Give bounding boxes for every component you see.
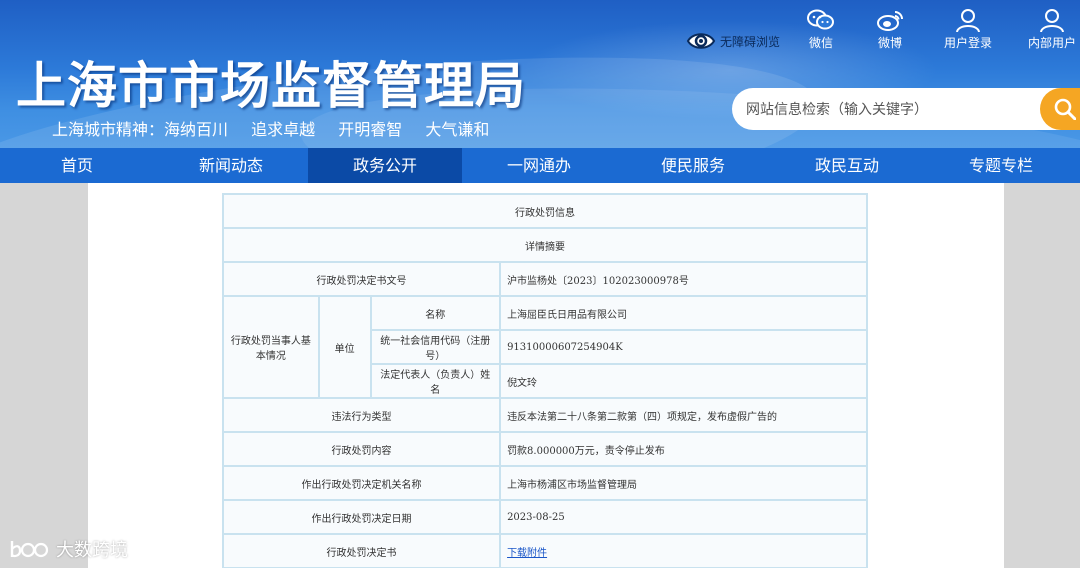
nav-item-home[interactable]: 首页 xyxy=(0,148,154,183)
search-button[interactable] xyxy=(1040,88,1080,130)
main-nav: 首页 新闻动态 政务公开 一网通办 便民服务 政民互动 专题专栏 xyxy=(0,148,1080,183)
internal-user-label: 内部用户 xyxy=(1027,36,1076,50)
search-input[interactable]: 网站信息检索（输入关键字） xyxy=(732,88,1080,130)
table-subtitle: 详情摘要 xyxy=(222,227,868,263)
eye-icon xyxy=(686,28,716,54)
table-row: 详情摘要 xyxy=(222,227,868,263)
site-header: 上海市市场监督管理局 上海城市精神：海纳百川 追求卓越 开明睿智 大气谦和 无障… xyxy=(0,0,1080,148)
table-row: 行政处罚决定书 下载附件 xyxy=(221,533,868,568)
violation-type-value: 违反本法第二十八条第二款第（四）项规定，发布虚假广告的 xyxy=(499,397,868,433)
authority-value: 上海市杨浦区市场监督管理局 xyxy=(499,465,868,501)
slogan-part: 开明睿智 xyxy=(338,120,403,139)
slogan-part: 追求卓越 xyxy=(251,120,316,139)
weibo-label: 微博 xyxy=(877,36,902,50)
user-login-button[interactable]: 用户登录 xyxy=(938,8,998,52)
credit-code-value: 91310000607254904K xyxy=(499,329,868,365)
penalty-value: 罚款8.000000万元，责令停止发布 xyxy=(499,431,868,467)
accessibility-link[interactable]: 无障碍浏览 xyxy=(686,28,780,54)
table-row: 行政处罚决定书文号 沪市监杨处〔2023〕102023000978号 xyxy=(221,261,868,297)
party-label: 行政处罚当事人基本情况 xyxy=(222,295,320,399)
table-row: 违法行为类型 违反本法第二十八条第二款第（四）项规定，发布虚假广告的 xyxy=(221,397,868,433)
site-title[interactable]: 上海市市场监督管理局 xyxy=(16,46,526,118)
table-title: 行政处罚信息 xyxy=(222,193,868,229)
decision-document-cell: 下载附件 xyxy=(499,533,868,568)
wechat-icon xyxy=(807,9,834,30)
internal-user-button[interactable]: 内部用户 xyxy=(1022,8,1080,52)
content-panel: 行政处罚信息 详情摘要 行政处罚决定书文号 沪市监杨处〔2023〕1020230… xyxy=(88,183,1004,568)
unit-label: 单位 xyxy=(317,295,372,399)
penalty-label: 行政处罚内容 xyxy=(221,431,502,467)
user-login-label: 用户登录 xyxy=(943,36,992,50)
search-placeholder: 网站信息检索（输入关键字） xyxy=(746,102,928,118)
nav-item-public-services[interactable]: 便民服务 xyxy=(616,148,770,183)
table-row: 行政处罚当事人基本情况 单位 名称 上海屈臣氏日用品有限公司 xyxy=(222,295,868,399)
watermark: 大数跨境 xyxy=(8,536,128,562)
wechat-button[interactable]: 微信 xyxy=(791,8,851,52)
name-label: 名称 xyxy=(369,295,502,331)
weibo-icon xyxy=(877,11,903,31)
search-icon xyxy=(1054,98,1076,120)
legal-rep-value: 倪文玲 xyxy=(499,363,868,399)
name-value: 上海屈臣氏日用品有限公司 xyxy=(499,295,868,331)
city-slogan: 上海城市精神：海纳百川 追求卓越 开明睿智 大气谦和 xyxy=(52,116,507,140)
nav-item-news[interactable]: 新闻动态 xyxy=(154,148,308,183)
slogan-part: 上海城市精神：海纳百川 xyxy=(52,120,229,139)
decision-document-label: 行政处罚决定书 xyxy=(221,533,502,568)
user-icon xyxy=(956,9,980,32)
nav-item-interaction[interactable]: 政民互动 xyxy=(770,148,924,183)
slogan-part: 大气谦和 xyxy=(425,120,490,139)
download-attachment-link[interactable]: 下载附件 xyxy=(507,548,547,559)
user-icon xyxy=(1040,9,1064,32)
table-row: 行政处罚信息 xyxy=(222,193,868,229)
accessibility-label: 无障碍浏览 xyxy=(720,34,781,49)
credit-code-label: 统一社会信用代码（注册号） xyxy=(369,329,502,365)
nav-item-special-topics[interactable]: 专题专栏 xyxy=(924,148,1078,183)
table-row: 作出行政处罚决定机关名称 上海市杨浦区市场监督管理局 xyxy=(221,465,868,501)
weibo-button[interactable]: 微博 xyxy=(860,8,920,52)
decision-date-label: 作出行政处罚决定日期 xyxy=(221,499,502,535)
penalty-detail-table: 行政处罚信息 详情摘要 行政处罚决定书文号 沪市监杨处〔2023〕1020230… xyxy=(221,193,868,568)
decision-no-label: 行政处罚决定书文号 xyxy=(221,261,502,297)
decision-no-value: 沪市监杨处〔2023〕102023000978号 xyxy=(499,261,868,297)
wechat-label: 微信 xyxy=(808,36,833,50)
decision-date-value: 2023-08-25 xyxy=(499,499,868,535)
nav-item-gov-affairs[interactable]: 政务公开 xyxy=(308,148,462,183)
table-row: 作出行政处罚决定日期 2023-08-25 xyxy=(221,499,868,535)
watermark-text: 大数跨境 xyxy=(56,540,128,561)
nav-item-online-services[interactable]: 一网通办 xyxy=(462,148,616,183)
table-row: 行政处罚内容 罚款8.000000万元，责令停止发布 xyxy=(221,431,868,467)
legal-rep-label: 法定代表人（负责人）姓名 xyxy=(369,363,502,399)
watermark-logo-icon xyxy=(10,541,49,558)
authority-label: 作出行政处罚决定机关名称 xyxy=(221,465,502,501)
violation-type-label: 违法行为类型 xyxy=(221,397,502,433)
